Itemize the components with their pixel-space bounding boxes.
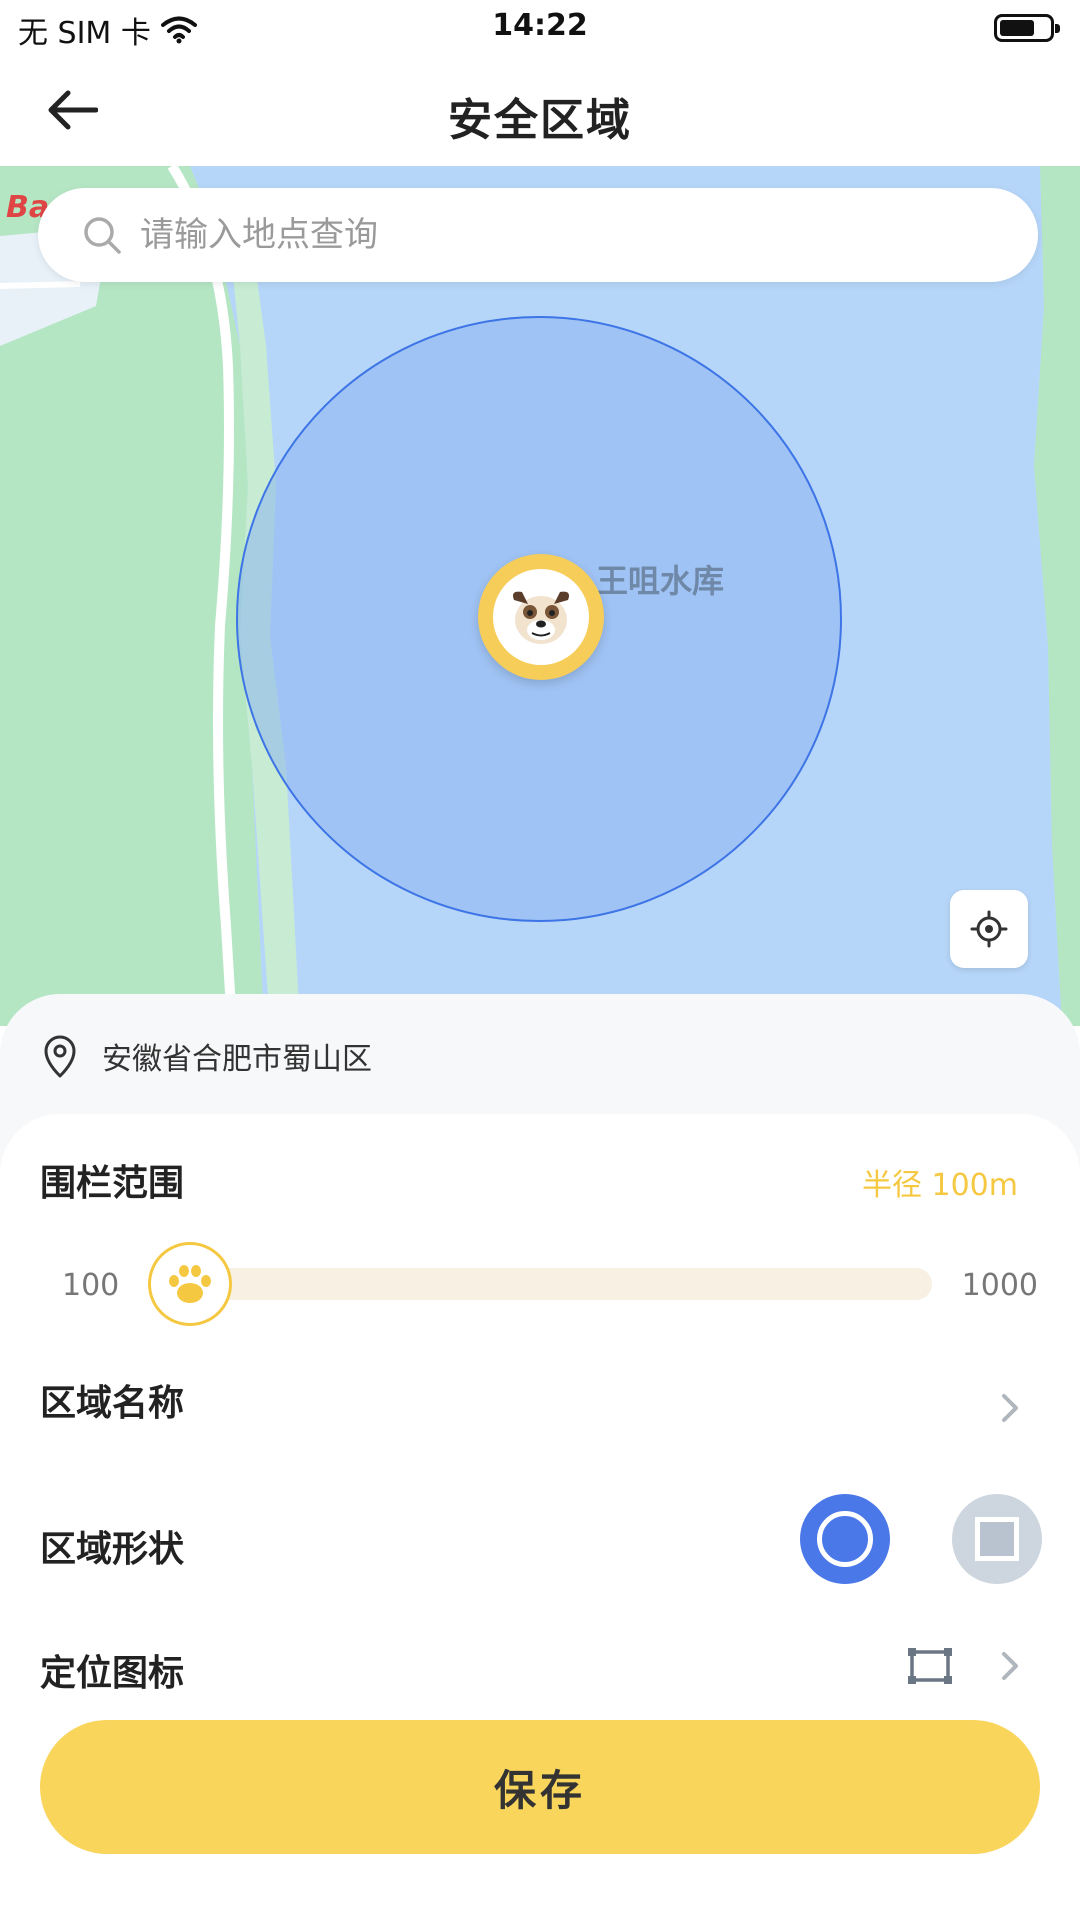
fence-range-label: 围栏范围	[40, 1163, 185, 1204]
search-icon	[82, 214, 124, 256]
shape-square-option[interactable]	[952, 1494, 1042, 1584]
status-time: 14:22	[492, 8, 588, 43]
location-pin-icon	[44, 1035, 76, 1078]
circle-shape-icon	[817, 1511, 873, 1567]
shape-circle-option[interactable]	[800, 1494, 890, 1584]
chevron-right-icon	[1002, 1652, 1018, 1680]
radius-slider-track[interactable]	[150, 1268, 932, 1300]
area-shape-label: 区域形状	[40, 1529, 185, 1570]
slider-min-label: 100	[62, 1268, 120, 1303]
slider-max-label: 1000	[961, 1268, 1038, 1303]
address-text: 安徽省合肥市蜀山区	[102, 1042, 372, 1077]
marker-frame-icon	[908, 1648, 952, 1684]
battery-icon	[994, 14, 1060, 42]
nav-bar: 安全区域	[0, 54, 1080, 166]
search-input[interactable]	[140, 215, 960, 255]
radius-slider-thumb[interactable]	[148, 1242, 232, 1326]
location-icon-row[interactable]: 定位图标	[0, 1614, 1080, 1714]
dog-avatar-icon	[493, 569, 589, 665]
page-title: 安全区域	[448, 95, 632, 146]
chevron-right-icon	[1002, 1394, 1018, 1422]
place-label: 王咀水库	[596, 562, 725, 600]
area-name-label: 区域名称	[40, 1383, 185, 1424]
locate-icon	[970, 910, 1008, 948]
search-bar[interactable]	[38, 188, 1038, 282]
save-button[interactable]: 保存	[40, 1720, 1040, 1854]
pet-marker[interactable]	[478, 554, 604, 680]
radius-value: 半径 100m	[861, 1168, 1018, 1203]
square-shape-icon	[975, 1517, 1019, 1561]
status-bar: 无 SIM 卡 14:22	[0, 0, 1080, 54]
area-name-row[interactable]: 区域名称	[0, 1358, 1080, 1458]
paw-icon	[169, 1265, 211, 1303]
location-icon-label: 定位图标	[40, 1653, 185, 1694]
locate-button[interactable]	[950, 890, 1028, 968]
map-view[interactable]: Ba 王咀水库	[0, 166, 1080, 1026]
